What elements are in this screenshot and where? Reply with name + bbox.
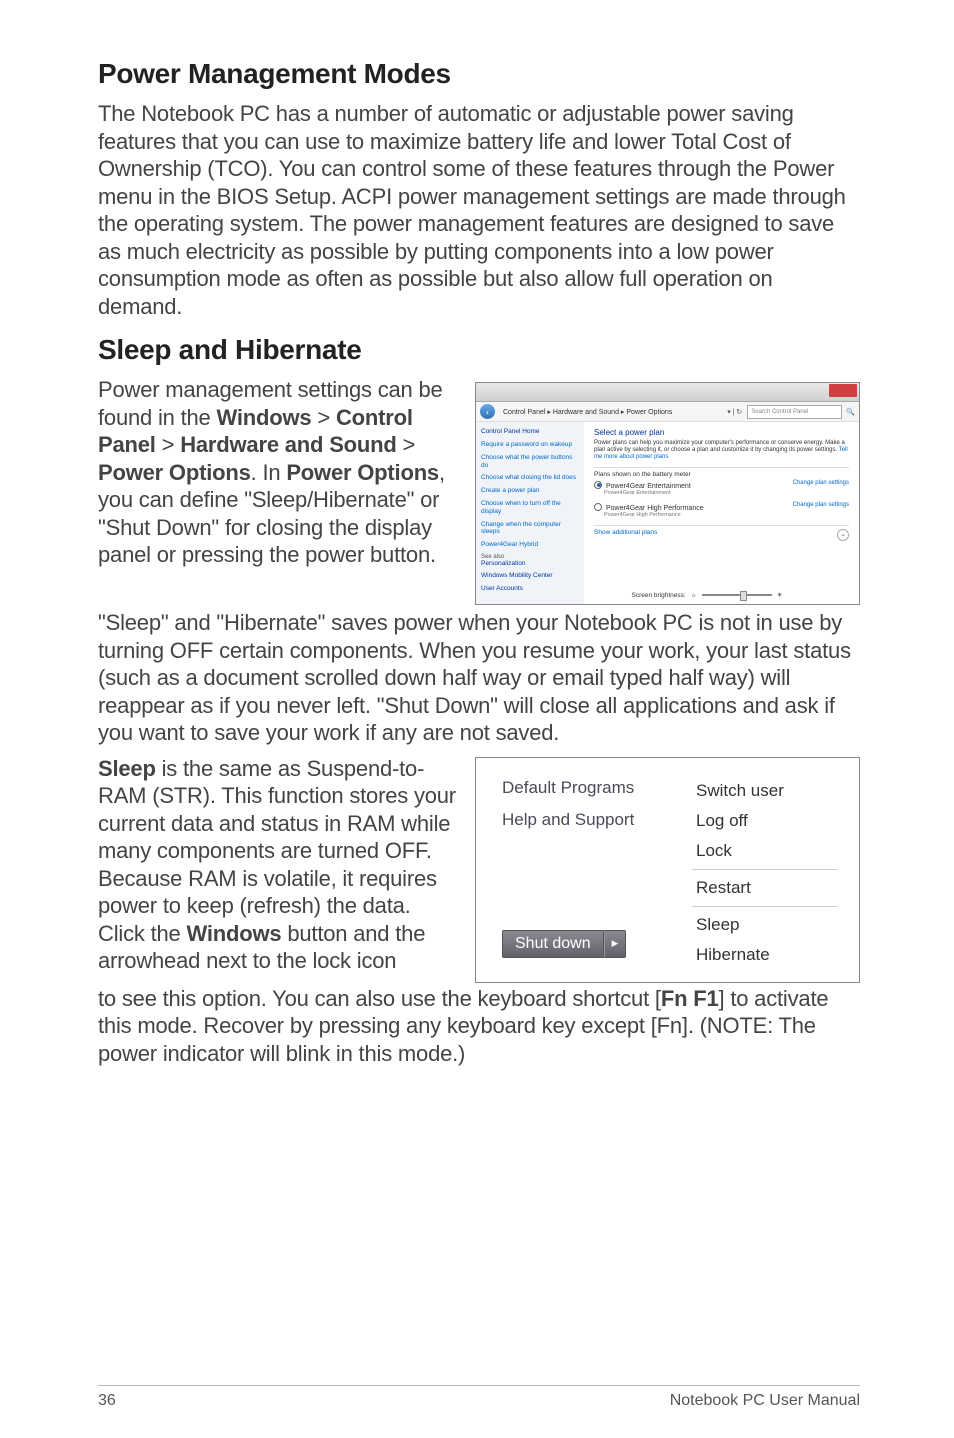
power-plan-row: Power4Gear Entertainment Power4Gear Ente… <box>594 478 849 500</box>
power-options-screenshot: ‹ Control Panel ▸ Hardware and Sound ▸ P… <box>475 382 860 605</box>
menu-item-lock: Lock <box>692 836 843 866</box>
menu-item-restart: Restart <box>692 873 843 903</box>
menu-item-hibernate: Hibernate <box>692 940 843 970</box>
heading-sleep-hibernate: Sleep and Hibernate <box>98 334 860 366</box>
sun-bright-icon: ☀ <box>777 591 783 599</box>
menu-separator <box>692 906 837 907</box>
main-content: Select a power plan Power plans can help… <box>584 422 859 604</box>
sidebar-link: Choose what the power buttons do <box>481 454 579 470</box>
power-plan-row: Power4Gear High Performance Power4Gear H… <box>594 500 849 522</box>
sidebar-link: Require a password on wakeup <box>481 441 579 449</box>
see-also-link: Personalization <box>481 560 581 568</box>
change-settings-link: Change plan settings <box>793 502 849 508</box>
start-menu-left: Default Programs Help and Support Shut d… <box>492 772 680 968</box>
change-settings-link: Change plan settings <box>793 480 849 486</box>
manual-title: Notebook PC User Manual <box>670 1392 860 1410</box>
sidebar-link: Create a power plan <box>481 487 579 495</box>
search-box: Search Control Panel <box>747 405 842 419</box>
brightness-control: Screen brightness: ☼ ☀ <box>632 591 812 599</box>
page-number: 36 <box>98 1392 116 1410</box>
sun-dim-icon: ☼ <box>691 592 697 599</box>
start-menu-screenshot: Default Programs Help and Support Shut d… <box>475 757 860 983</box>
menu-item-sleep: Sleep <box>692 910 843 940</box>
main-desc: Power plans can help you maximize your c… <box>594 440 849 462</box>
back-icon: ‹ <box>480 404 495 419</box>
paragraph-shortcut: to see this option. You can also use the… <box>98 985 860 1068</box>
battery-section-label: Plans shown on the battery meter <box>594 467 849 478</box>
expand-icon: ⌄ <box>837 529 849 541</box>
see-also-link: Windows Mobility Center <box>481 572 581 580</box>
sidebar-title: Control Panel Home <box>481 428 579 435</box>
paragraph-sleep-str: Sleep is the same as Suspend-to-RAM (STR… <box>98 755 459 975</box>
menu-item-log-off: Log off <box>692 806 843 836</box>
sidebar-link: Change when the computer sleeps <box>481 521 579 537</box>
sidebar-link: Choose when to turn off the display <box>481 500 579 516</box>
menu-item-default-programs: Default Programs <box>492 772 680 804</box>
paragraph-intro: The Notebook PC has a number of automati… <box>98 100 860 320</box>
menu-item-switch-user: Switch user <box>692 776 843 806</box>
menu-separator <box>692 869 837 870</box>
shutdown-submenu: Switch user Log off Lock Restart Sleep H… <box>680 772 843 968</box>
search-icon: 🔍 <box>846 408 855 416</box>
show-additional-link: Show additional plans <box>594 529 657 536</box>
radio-icon <box>594 481 602 489</box>
paragraph-sleep-hibernate-desc: "Sleep" and "Hibernate" saves power when… <box>98 609 860 747</box>
sidebar-link: Choose what closing the lid does <box>481 474 579 482</box>
brightness-slider <box>702 594 772 596</box>
shutdown-arrow-icon: ▸ <box>604 930 627 958</box>
menu-item-help-support: Help and Support <box>492 804 680 836</box>
breadcrumb: Control Panel ▸ Hardware and Sound ▸ Pow… <box>503 408 722 416</box>
paragraph-settings-location: Power management settings can be found i… <box>98 376 459 569</box>
close-icon <box>829 384 857 397</box>
nav-bar: ‹ Control Panel ▸ Hardware and Sound ▸ P… <box>476 402 859 422</box>
main-title: Select a power plan <box>594 428 849 437</box>
shutdown-button: Shut down <box>502 930 604 958</box>
heading-power-management: Power Management Modes <box>98 58 860 90</box>
sidebar: Control Panel Home Require a password on… <box>476 422 584 604</box>
sidebar-link: Power4Gear Hybrid <box>481 541 579 549</box>
radio-icon <box>594 503 602 511</box>
window-titlebar <box>476 383 859 402</box>
see-also-link: User Accounts <box>481 585 581 593</box>
